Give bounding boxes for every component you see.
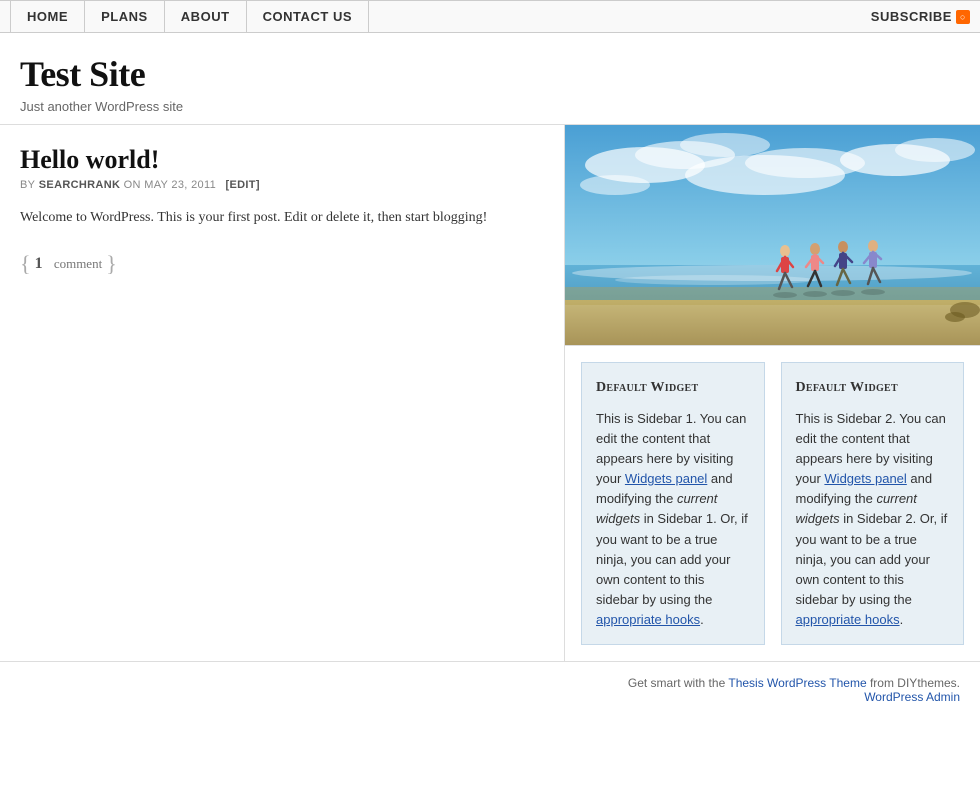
footer-line-2: WordPress Admin: [20, 690, 960, 704]
site-header: Test Site Just another WordPress site: [0, 33, 980, 124]
sidebar: Default Widget This is Sidebar 1. You ca…: [565, 125, 980, 661]
comments-count[interactable]: { 1 comment }: [20, 253, 544, 275]
widget-1-link-2[interactable]: appropriate hooks: [596, 612, 700, 627]
blog-post: Hello world! by SEARCHRANK on MAY 23, 20…: [20, 145, 544, 275]
widget-1: Default Widget This is Sidebar 1. You ca…: [581, 362, 765, 645]
footer-text-before: Get smart with the: [628, 676, 728, 690]
widget-area: Default Widget This is Sidebar 1. You ca…: [565, 345, 980, 661]
footer-text-after: from DIYthemes.: [867, 676, 960, 690]
nav-left: HOME PLANS ABOUT CONTACT US: [10, 1, 369, 32]
site-tagline: Just another WordPress site: [20, 99, 960, 114]
widget-1-title: Default Widget: [596, 377, 750, 399]
featured-image: [565, 125, 980, 345]
post-meta-by: by: [20, 179, 35, 191]
nav-item-about[interactable]: ABOUT: [165, 1, 247, 32]
widget-2-link-2[interactable]: appropriate hooks: [796, 612, 900, 627]
post-author[interactable]: SEARCHRANK: [39, 179, 121, 191]
footer-line-1: Get smart with the Thesis WordPress Them…: [20, 676, 960, 690]
footer-admin-link[interactable]: WordPress Admin: [864, 690, 960, 704]
post-body: Welcome to WordPress. This is your first…: [20, 207, 544, 229]
site-title: Test Site: [20, 53, 960, 95]
nav-item-plans[interactable]: PLANS: [85, 1, 165, 32]
widget-2-text: This is Sidebar 2. You can edit the cont…: [796, 409, 950, 631]
nav-item-contact[interactable]: CONTACT US: [247, 1, 369, 32]
post-date: MAY 23, 2011: [144, 179, 216, 191]
main-layout: Hello world! by SEARCHRANK on MAY 23, 20…: [0, 124, 980, 661]
widget-2-link-1[interactable]: Widgets panel: [824, 471, 906, 486]
comment-label: comment: [54, 256, 102, 272]
widget-2-title: Default Widget: [796, 377, 950, 399]
close-brace: }: [106, 253, 117, 275]
navigation-bar: HOME PLANS ABOUT CONTACT US SUBSCRIBE ○: [0, 0, 980, 33]
post-meta: by SEARCHRANK on MAY 23, 2011 [EDIT]: [20, 179, 544, 191]
rss-icon: ○: [956, 10, 970, 24]
subscribe-button[interactable]: SUBSCRIBE ○: [871, 9, 970, 24]
comment-number: 1: [35, 255, 43, 273]
post-body-text: Welcome to WordPress. This is your first…: [20, 207, 544, 229]
widget-1-text-end: .: [700, 612, 704, 627]
widget-1-link-1[interactable]: Widgets panel: [625, 471, 707, 486]
widget-2-text-end: .: [900, 612, 904, 627]
widget-1-text: This is Sidebar 1. You can edit the cont…: [596, 409, 750, 631]
widget-2: Default Widget This is Sidebar 2. You ca…: [781, 362, 965, 645]
post-edit-link[interactable]: [EDIT]: [225, 179, 259, 191]
footer-theme-link[interactable]: Thesis WordPress Theme: [728, 676, 866, 690]
post-title: Hello world!: [20, 145, 544, 175]
nav-item-home[interactable]: HOME: [10, 1, 85, 32]
footer: Get smart with the Thesis WordPress Them…: [0, 661, 980, 718]
content-area: Hello world! by SEARCHRANK on MAY 23, 20…: [0, 125, 565, 661]
post-meta-on: on: [124, 179, 141, 191]
open-brace: {: [20, 253, 31, 275]
subscribe-label: SUBSCRIBE: [871, 9, 952, 24]
